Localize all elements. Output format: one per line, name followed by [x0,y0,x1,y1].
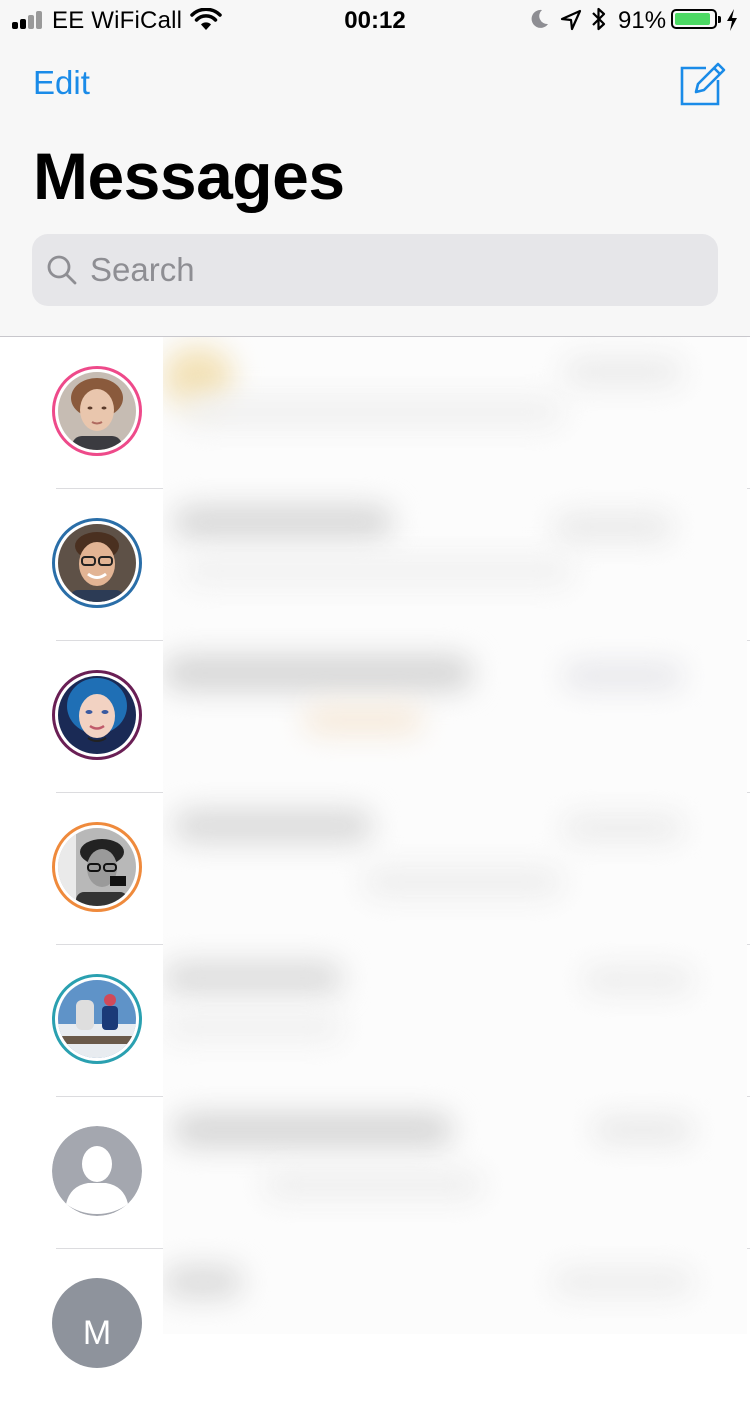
status-bar: EE WiFiCall 00:12 91% [0,0,750,40]
blurred-message-previews [163,337,747,1334]
charging-icon [727,9,737,31]
placeholder-person-icon [52,1126,142,1216]
contact-photo [58,980,136,1058]
battery-icon [671,9,721,29]
search-input[interactable] [90,234,700,306]
edit-button[interactable]: Edit [33,64,90,102]
avatar [52,822,142,912]
search-icon [47,255,77,285]
bluetooth-icon [592,7,606,31]
header: EE WiFiCall 00:12 91% Edit Messages [0,0,750,337]
contact-photo [58,828,136,906]
avatar [52,518,142,608]
battery-percent: 91% [618,7,667,34]
avatar [52,974,142,1064]
contact-photo [58,372,136,450]
search-bar[interactable] [32,234,718,306]
avatar: M [52,1278,142,1368]
page-title: Messages [33,139,345,213]
location-icon [560,9,582,31]
battery-fill [675,13,710,25]
avatar [52,670,142,760]
avatar-initial: M [82,1313,112,1352]
avatar [52,366,142,456]
moon-icon [531,9,548,28]
avatar [52,1126,142,1216]
compose-icon[interactable] [676,58,726,108]
contact-photo [58,524,136,602]
contact-photo [58,676,136,754]
